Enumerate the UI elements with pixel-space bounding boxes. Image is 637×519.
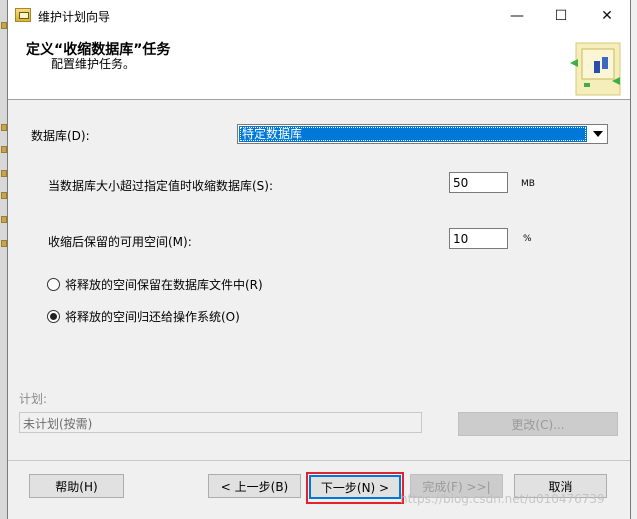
shrink-threshold-input[interactable] — [449, 172, 508, 193]
radio-label: 将释放的空间保留在数据库文件中(R) — [65, 278, 263, 292]
radio-label: 将释放的空间归还给操作系统(O) — [65, 310, 240, 324]
title-bar[interactable]: 维护计划向导 — ☐ ✕ — [8, 0, 630, 31]
database-select-value: 特定数据库 — [239, 126, 587, 142]
close-icon[interactable]: ✕ — [584, 0, 630, 31]
free-space-unit: % — [523, 234, 532, 244]
window-title: 维护计划向导 — [38, 10, 111, 24]
footer-separator — [8, 460, 630, 461]
back-button[interactable]: < 上一步(B) — [208, 474, 301, 498]
database-select[interactable]: 特定数据库 — [237, 124, 608, 144]
wizard-header: 定义“收缩数据库”任务 配置维护任务。 — [8, 31, 630, 100]
shrink-threshold-label: 当数据库大小超过指定值时收缩数据库(S): — [48, 179, 274, 193]
radio-return-space[interactable]: 将释放的空间归还给操作系统(O) — [47, 308, 240, 325]
help-button[interactable]: 帮助(H) — [29, 474, 124, 498]
database-label: 数据库(D): — [31, 129, 90, 143]
page-subtitle: 配置维护任务。 — [51, 57, 136, 71]
free-space-label: 收缩后保留的可用空间(M): — [48, 235, 192, 249]
schedule-label: 计划: — [19, 392, 48, 406]
free-space-input[interactable] — [449, 228, 508, 249]
wizard-illustration-icon — [570, 42, 621, 96]
radio-button-checked[interactable] — [47, 310, 60, 323]
radio-button[interactable] — [47, 278, 60, 291]
maintenance-plan-wizard-dialog: 维护计划向导 — ☐ ✕ 定义“收缩数据库”任务 配置维护任务。 数据库(D):… — [7, 0, 631, 519]
radio-keep-space[interactable]: 将释放的空间保留在数据库文件中(R) — [47, 276, 263, 293]
change-schedule-button[interactable]: 更改(C)... — [458, 412, 618, 436]
next-button[interactable]: 下一步(N) > — [309, 475, 401, 499]
app-icon — [15, 8, 31, 22]
schedule-field: 未计划(按需) — [19, 412, 422, 433]
minimize-icon[interactable]: — — [494, 0, 540, 31]
chevron-down-icon[interactable] — [588, 125, 607, 143]
maximize-icon[interactable]: ☐ — [538, 0, 584, 31]
shrink-threshold-unit: MB — [521, 179, 535, 189]
watermark-text: https://blog.csdn.net/u010476739 — [400, 492, 605, 506]
